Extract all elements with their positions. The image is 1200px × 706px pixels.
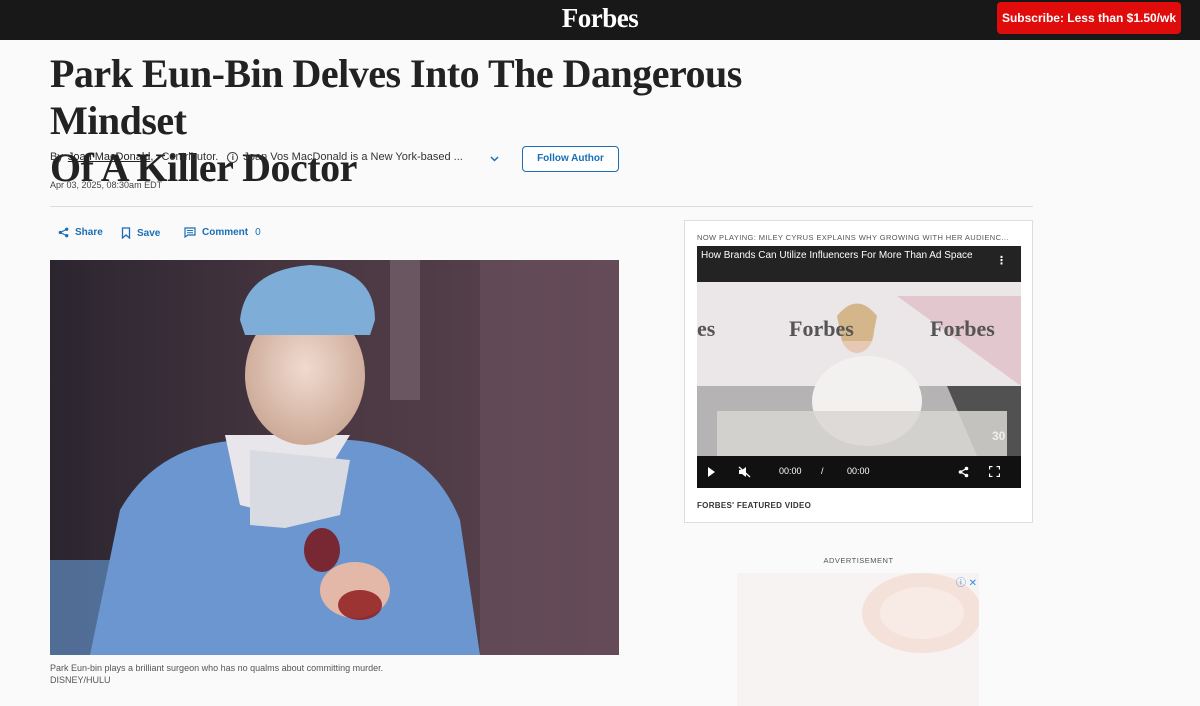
byline-comma: , — [150, 151, 154, 163]
article-title-line-1: Park Eun-Bin Delves Into The Dangerous M… — [50, 51, 742, 143]
share-icon — [58, 227, 69, 238]
author-link[interactable]: Joan MacDonald — [68, 151, 151, 163]
byline: By Joan MacDonald, Contributor. i Joan V… — [50, 151, 463, 163]
share-button[interactable]: Share — [58, 227, 103, 238]
save-button[interactable]: Save — [121, 227, 160, 239]
now-playing-label: NOW PLAYING: MILEY CYRUS EXPLAINS WHY GR… — [697, 233, 1009, 242]
caption-text: Park Eun-bin plays a brilliant surgeon w… — [50, 663, 384, 673]
hero-image — [50, 260, 619, 655]
bookmark-icon — [121, 227, 131, 239]
share-label: Share — [75, 227, 103, 238]
video-controls: 00:00 / 00:00 — [697, 456, 1021, 488]
featured-video-card: NOW PLAYING: MILEY CYRUS EXPLAINS WHY GR… — [684, 220, 1033, 523]
author-bio: Joan Vos MacDonald is a New York-based .… — [243, 151, 463, 163]
publish-date: Apr 03, 2025, 08:30am EDT — [50, 180, 163, 190]
backdrop-logo-1: Forbes — [789, 316, 854, 341]
hero-photo — [50, 260, 619, 655]
backdrop-text-left: es — [697, 316, 716, 341]
chevron-down-icon[interactable] — [490, 153, 499, 165]
fullscreen-icon[interactable] — [989, 466, 1000, 477]
featured-video-label: FORBES' FEATURED VIDEO — [697, 501, 812, 510]
photo-credit: DISNEY/HULU — [50, 675, 111, 685]
article-title: Park Eun-Bin Delves Into The Dangerous M… — [50, 50, 850, 191]
ad-info-icon[interactable]: ⓘ ✕ — [956, 574, 977, 589]
comment-count: 0 — [255, 227, 261, 238]
advertisement[interactable]: ⓘ ✕ — [737, 573, 979, 706]
backdrop-number: 30 — [992, 429, 1006, 443]
share-icon[interactable] — [958, 466, 969, 478]
by-label: By — [50, 151, 63, 163]
top-navigation-bar: Forbes Subscribe: Less than $1.50/wk — [0, 0, 1200, 40]
video-player[interactable]: es Forbes Forbes 30 How Brands Can Utili… — [697, 246, 1021, 488]
info-icon[interactable]: i — [227, 151, 239, 163]
play-icon[interactable] — [707, 467, 716, 477]
video-title: How Brands Can Utilize Influencers For M… — [701, 250, 973, 261]
subscribe-button[interactable]: Subscribe: Less than $1.50/wk — [997, 2, 1181, 34]
author-role: Contributor. — [161, 151, 219, 163]
comment-label: Comment — [202, 227, 249, 238]
duration: 00:00 — [847, 466, 870, 476]
divider — [50, 206, 1033, 207]
time-separator: / — [821, 466, 824, 476]
backdrop-logo-2: Forbes — [930, 316, 995, 341]
more-icon[interactable]: ⋮ — [996, 254, 1007, 267]
advertisement-label: ADVERTISEMENT — [823, 556, 894, 565]
follow-author-button[interactable]: Follow Author — [522, 146, 619, 172]
save-label: Save — [137, 227, 161, 239]
video-frame — [697, 246, 1021, 488]
ad-image — [862, 573, 979, 653]
close-icon[interactable]: ✕ — [969, 578, 977, 589]
comment-button[interactable]: Comment 0 — [184, 227, 261, 238]
image-caption: Park Eun-bin plays a brilliant surgeon w… — [50, 662, 383, 686]
current-time: 00:00 — [779, 466, 802, 476]
comment-icon — [184, 227, 196, 238]
mute-icon[interactable] — [738, 466, 751, 478]
